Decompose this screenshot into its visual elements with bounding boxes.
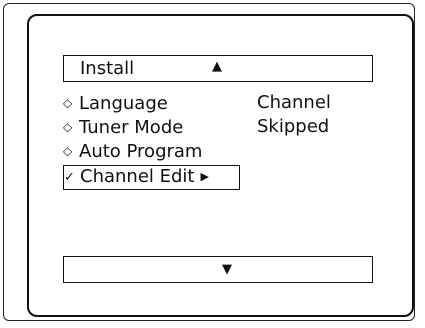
menu-footer: ▼ <box>63 256 373 283</box>
menu-item-language[interactable]: ◇ Language <box>63 91 263 115</box>
diamond-bullet-icon: ◇ <box>63 96 73 110</box>
menu-item-label: Tuner Mode <box>79 117 184 138</box>
diamond-bullet-icon: ◇ <box>63 144 73 158</box>
menu-header: Install ▲ <box>63 55 373 82</box>
menu-item-channel-edit[interactable]: ✓ Channel Edit ▶ <box>63 165 240 190</box>
scroll-down-icon[interactable]: ▼ <box>222 262 232 277</box>
diamond-bullet-icon: ◇ <box>63 120 73 134</box>
checkmark-icon: ✓ <box>64 170 75 185</box>
menu-item-tuner-mode[interactable]: ◇ Tuner Mode <box>63 115 263 139</box>
menu-item-label: Language <box>79 93 168 114</box>
submenu-arrow-icon: ▶ <box>200 170 209 183</box>
install-menu: ◇ Language ◇ Tuner Mode ◇ Auto Program ✓ Cha… <box>63 91 263 190</box>
menu-item-label: Auto Program <box>79 141 203 162</box>
status-line-1: Channel <box>257 92 331 113</box>
menu-item-label: Channel Edit <box>80 166 195 187</box>
menu-item-auto-program[interactable]: ◇ Auto Program <box>63 139 263 163</box>
menu-title: Install <box>80 58 135 79</box>
scroll-up-icon[interactable]: ▲ <box>212 59 222 74</box>
status-line-2: Skipped <box>257 116 330 137</box>
status-text: Channel Skipped <box>257 91 331 139</box>
